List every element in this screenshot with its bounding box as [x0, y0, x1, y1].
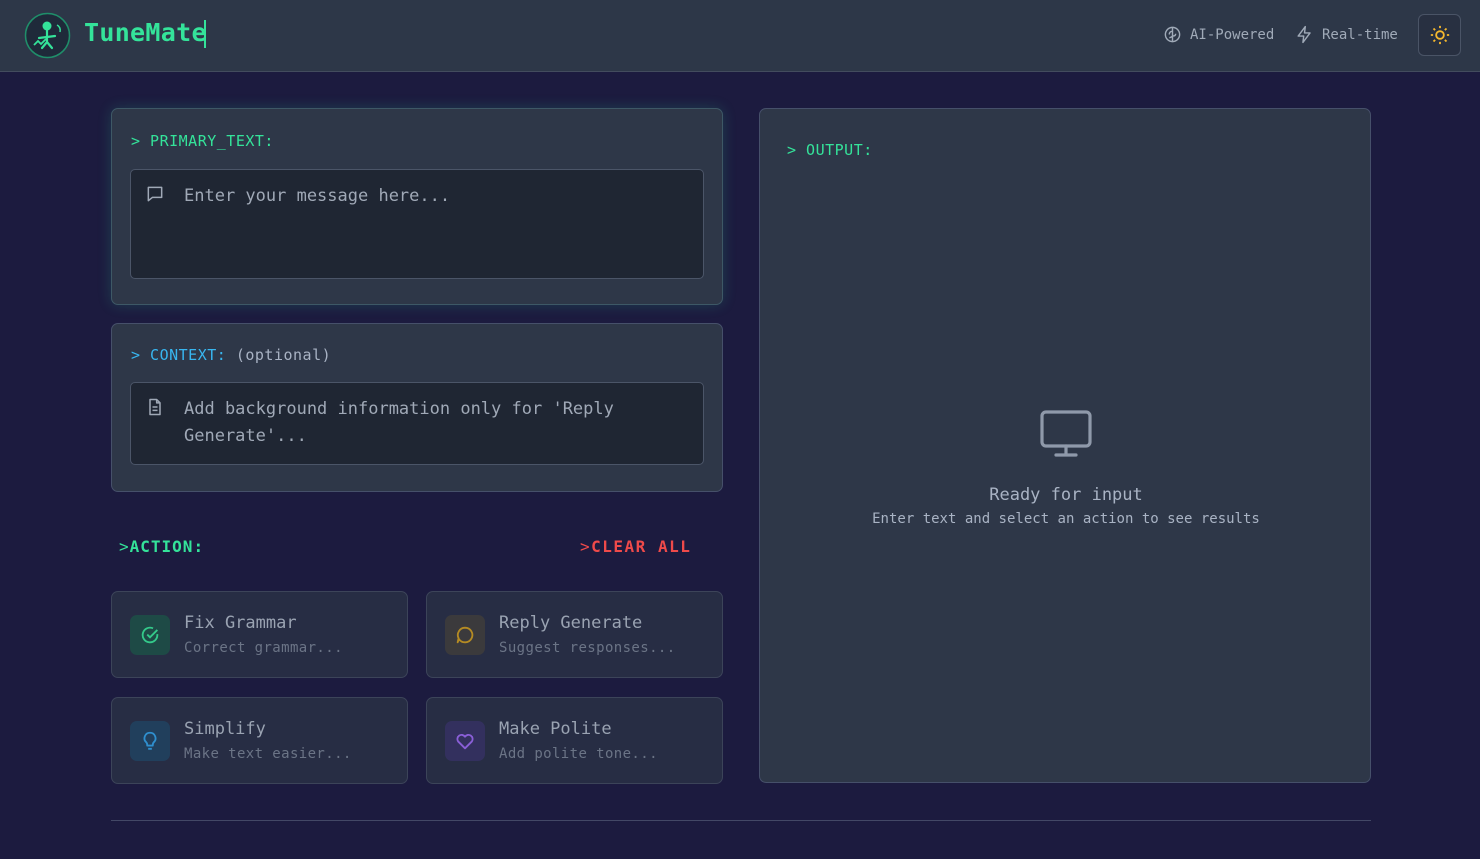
text-cursor: [204, 20, 206, 48]
brain-icon: [1164, 26, 1181, 43]
make-polite-icon-box: [445, 721, 485, 761]
reply-generate-icon-box: [445, 615, 485, 655]
app-title: TuneMate: [84, 18, 207, 47]
monitor-icon: [1040, 410, 1092, 457]
clear-all-label: CLEAR ALL: [591, 537, 692, 556]
output-panel: > OUTPUT: Ready for input Enter text and…: [759, 108, 1371, 783]
check-circle-icon: [141, 626, 159, 644]
ai-powered-label: AI-Powered: [1190, 26, 1275, 43]
simplify-icon-box: [130, 721, 170, 761]
output-label: > OUTPUT:: [787, 141, 873, 159]
logo-icon: [24, 12, 71, 59]
footer-divider: [111, 820, 1371, 821]
chevron-right-icon: >: [119, 537, 130, 556]
primary-text-card: > PRIMARY_TEXT: Enter your message here.…: [111, 108, 723, 305]
make-polite-desc: Add polite tone...: [499, 746, 658, 762]
reply-generate-button[interactable]: Reply Generate Suggest responses...: [426, 591, 723, 678]
lightbulb-icon: [143, 731, 157, 750]
context-input[interactable]: Add background information only for 'Rep…: [130, 382, 704, 465]
fix-grammar-icon-box: [130, 615, 170, 655]
primary-text-input[interactable]: Enter your message here...: [130, 169, 704, 279]
context-label: > CONTEXT:: [131, 346, 227, 364]
optional-label: (optional): [235, 346, 332, 364]
theme-toggle-button[interactable]: [1418, 14, 1461, 56]
make-polite-button[interactable]: Make Polite Add polite tone...: [426, 697, 723, 784]
ai-powered-badge: AI-Powered: [1163, 25, 1274, 44]
fix-grammar-desc: Correct grammar...: [184, 640, 343, 656]
heart-icon: [456, 734, 474, 750]
action-label-text: ACTION:: [129, 537, 205, 556]
context-placeholder: Add background information only for 'Rep…: [184, 399, 614, 446]
message-icon: [147, 186, 163, 202]
lightning-icon: [1297, 25, 1311, 44]
output-empty-subtitle: Enter text and select an action to see r…: [872, 511, 1260, 527]
output-empty-state: Ready for input Enter text and select an…: [760, 409, 1372, 527]
clear-all-button[interactable]: >CLEAR ALL: [580, 537, 691, 556]
make-polite-title: Make Polite: [499, 719, 612, 739]
fix-grammar-button[interactable]: Fix Grammar Correct grammar...: [111, 591, 408, 678]
sun-icon: [1430, 25, 1449, 45]
action-label: >ACTION:: [119, 537, 204, 556]
simplify-desc: Make text easier...: [184, 746, 352, 762]
real-time-badge: Real-time: [1295, 25, 1398, 44]
simplify-button[interactable]: Simplify Make text easier...: [111, 697, 408, 784]
context-label-row: > CONTEXT: (optional): [131, 346, 331, 364]
simplify-title: Simplify: [184, 719, 266, 739]
app-header: TuneMate AI-Powered Real-time: [0, 0, 1480, 72]
primary-text-label: > PRIMARY_TEXT:: [131, 132, 274, 150]
reply-generate-desc: Suggest responses...: [499, 640, 676, 656]
chat-bubble-icon: [456, 626, 474, 644]
output-empty-title: Ready for input: [989, 485, 1143, 505]
real-time-label: Real-time: [1322, 26, 1398, 43]
primary-text-placeholder: Enter your message here...: [184, 186, 451, 206]
document-icon: [149, 398, 161, 416]
chevron-right-icon: >: [580, 537, 592, 556]
reply-generate-title: Reply Generate: [499, 613, 643, 633]
fix-grammar-title: Fix Grammar: [184, 613, 297, 633]
context-card: > CONTEXT: (optional) Add background inf…: [111, 323, 723, 492]
